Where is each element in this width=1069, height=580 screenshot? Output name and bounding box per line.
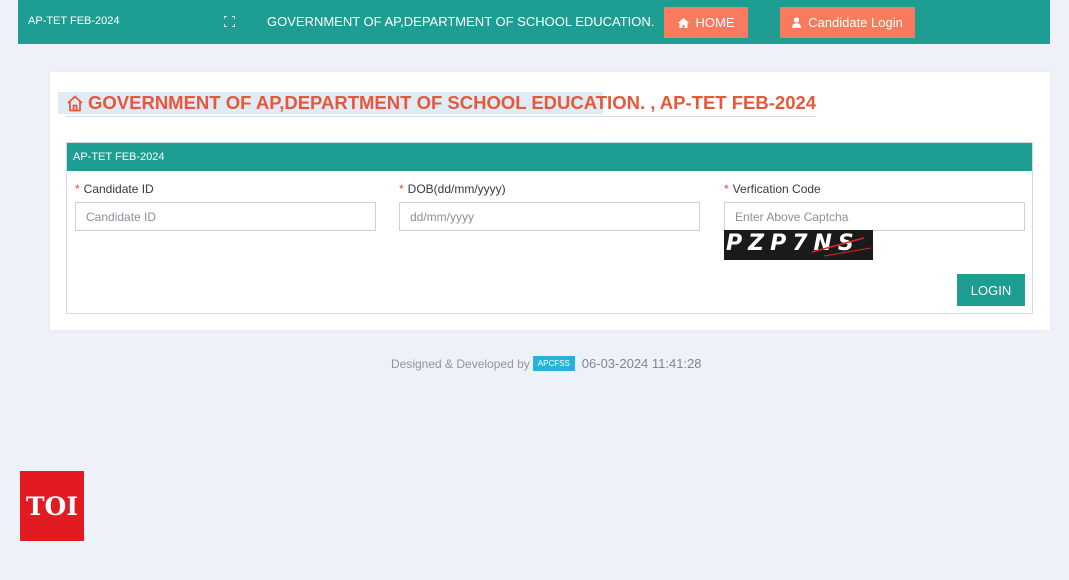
login-panel: AP-TET FEB-2024 *Candidate ID *DOB(dd/mm…: [66, 142, 1033, 314]
captcha-noise: [811, 237, 872, 257]
navbar-title: GOVERNMENT OF AP,DEPARTMENT OF SCHOOL ED…: [267, 14, 655, 29]
dob-label-text: DOB(dd/mm/yyyy): [407, 182, 506, 196]
captcha-input[interactable]: [724, 202, 1025, 231]
expand-icon[interactable]: [224, 16, 235, 27]
dob-label: * DOB(dd/mm/yyyy): [399, 182, 506, 196]
candidate-login-label: Candidate Login: [808, 15, 903, 30]
candidate-id-label-text: Candidate ID: [83, 182, 154, 196]
home-button-label: HOME: [695, 15, 735, 30]
footer: Designed & Developed by APCFSS 06-03-202…: [391, 356, 702, 371]
top-navbar: AP-TET FEB-2024 GOVERNMENT OF AP,DEPARTM…: [18, 0, 1050, 44]
home-button[interactable]: HOME: [664, 7, 748, 38]
captcha-image: PZP7NS: [724, 230, 873, 260]
candidate-id-label: * Candidate ID: [75, 182, 154, 196]
apcfss-badge[interactable]: APCFSS: [532, 356, 575, 371]
required-marker: *: [724, 182, 729, 196]
required-marker: *: [75, 182, 80, 196]
main-card: GOVERNMENT OF AP,DEPARTMENT OF SCHOOL ED…: [50, 72, 1050, 330]
dob-input[interactable]: [399, 202, 700, 231]
toi-logo: TOI: [20, 471, 84, 541]
candidate-id-input[interactable]: [75, 202, 376, 231]
page-title-text: GOVERNMENT OF AP,DEPARTMENT OF SCHOOL ED…: [88, 92, 817, 113]
panel-header: AP-TET FEB-2024: [67, 143, 1032, 171]
home-outline-icon: [67, 95, 83, 111]
navbar-brand[interactable]: AP-TET FEB-2024: [28, 15, 120, 27]
footer-timestamp: 06-03-2024 11:41:28: [581, 356, 702, 371]
home-icon: [677, 17, 689, 28]
user-icon: [792, 17, 802, 28]
verification-code-label: * Verfication Code: [724, 182, 821, 196]
candidate-login-button[interactable]: Candidate Login: [780, 7, 915, 38]
required-marker: *: [399, 182, 404, 196]
login-submit-button[interactable]: LOGIN: [957, 274, 1025, 306]
verification-code-label-text: Verfication Code: [732, 182, 821, 196]
page-title: GOVERNMENT OF AP,DEPARTMENT OF SCHOOL ED…: [66, 92, 817, 117]
footer-credit: Designed & Developed by: [391, 356, 530, 371]
